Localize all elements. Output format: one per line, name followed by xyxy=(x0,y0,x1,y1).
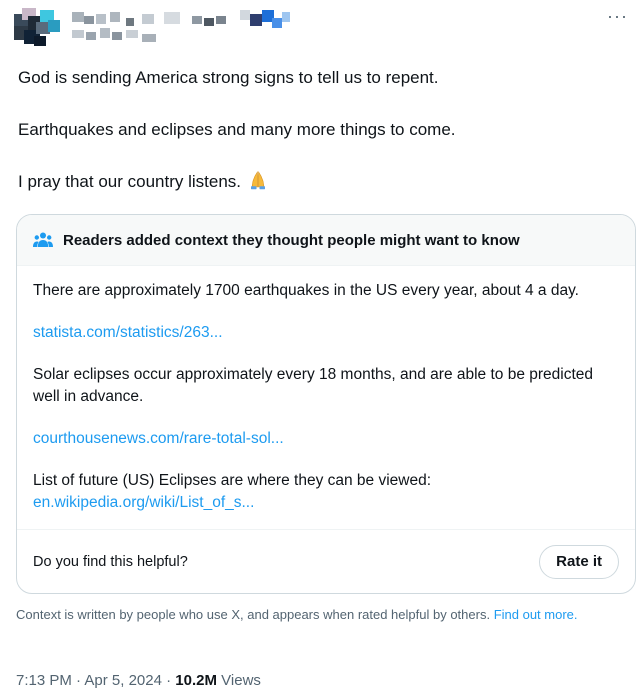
views-label: Views xyxy=(221,672,261,689)
tweet-date[interactable]: Apr 5, 2024 xyxy=(84,672,162,689)
note-paragraph: List of future (US) Eclipses are where t… xyxy=(33,472,432,489)
helpful-prompt: Do you find this helpful? xyxy=(33,553,188,570)
community-note-body: There are approximately 1700 earthquakes… xyxy=(17,266,635,531)
more-options-button[interactable]: ··· xyxy=(607,6,628,26)
context-disclaimer-text: Context is written by people who use X, … xyxy=(16,607,491,622)
folded-hands-emoji xyxy=(250,170,265,190)
community-note-footer: Do you find this helpful? Rate it xyxy=(17,529,635,593)
tweet-line: God is sending America strong signs to t… xyxy=(18,68,439,87)
note-paragraph: There are approximately 1700 earthquakes… xyxy=(33,282,579,299)
tweet-header: ··· xyxy=(0,0,638,60)
tweet-line: I pray that our country listens. xyxy=(18,170,628,194)
views-count: 10.2M xyxy=(175,672,217,689)
community-note-title: Readers added context they thought peopl… xyxy=(63,231,520,249)
people-icon xyxy=(33,232,53,247)
tweet-time[interactable]: 7:13 PM xyxy=(16,672,72,689)
tweet-text: God is sending America strong signs to t… xyxy=(18,66,628,222)
note-source-link[interactable]: statista.com/statistics/263... xyxy=(33,324,223,341)
community-note-card: Readers added context they thought peopl… xyxy=(16,214,636,594)
tweet-meta: 7:13 PM · Apr 5, 2024 · 10.2M Views xyxy=(16,672,261,689)
rate-it-button[interactable]: Rate it xyxy=(539,544,619,579)
note-source-link[interactable]: courthousenews.com/rare-total-sol... xyxy=(33,430,284,447)
find-out-more-link[interactable]: Find out more. xyxy=(494,607,578,622)
note-source-link[interactable]: en.wikipedia.org/wiki/List_of_s... xyxy=(33,494,254,511)
context-disclaimer: Context is written by people who use X, … xyxy=(16,606,626,623)
community-note-header: Readers added context they thought peopl… xyxy=(17,215,635,266)
note-paragraph: Solar eclipses occur approximately every… xyxy=(33,366,594,405)
tweet-line: Earthquakes and eclipses and many more t… xyxy=(18,120,456,139)
pixelated-avatar-and-name[interactable] xyxy=(14,6,304,50)
